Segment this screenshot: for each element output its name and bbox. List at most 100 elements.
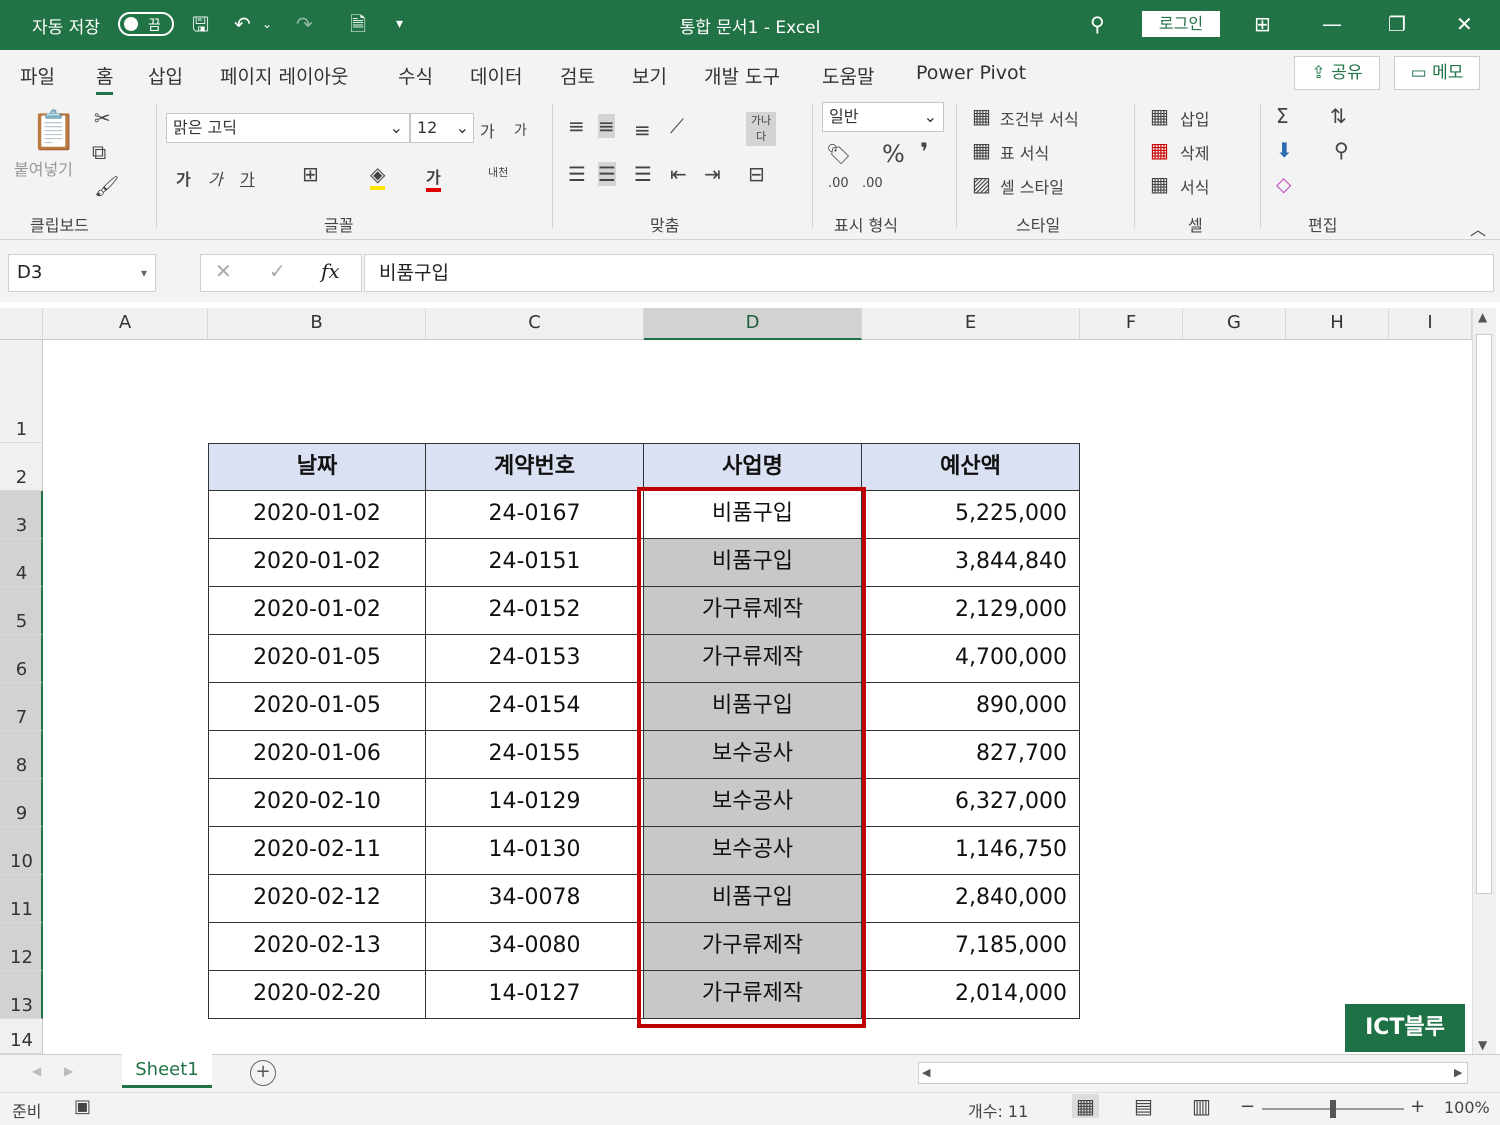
collapse-ribbon-icon[interactable]: ︿ [1470,218,1486,242]
contract-no-cell[interactable]: 24-0155 [426,731,644,779]
wrap-text-button[interactable]: 가나다 [746,112,776,146]
prev-sheet-icon[interactable]: ◀ [32,1064,41,1078]
italic-button[interactable]: 가 [208,166,223,190]
row-header[interactable]: 3 [0,491,43,539]
zoom-level[interactable]: 100% [1444,1098,1490,1117]
column-header-i[interactable]: I [1389,308,1472,340]
decrease-indent-icon[interactable]: ⇤ [670,162,687,186]
align-center-icon[interactable]: ☰ [598,162,616,186]
row-header[interactable]: 5 [0,587,43,635]
share-button[interactable]: ⇪ 공유 [1294,56,1380,90]
date-cell[interactable]: 2020-02-20 [208,971,426,1019]
budget-cell[interactable]: 2,014,000 [862,971,1080,1019]
date-cell[interactable]: 2020-02-12 [208,875,426,923]
budget-cell[interactable]: 5,225,000 [862,491,1080,539]
normal-view-icon[interactable]: ▦ [1072,1094,1099,1118]
budget-cell[interactable]: 2,129,000 [862,587,1080,635]
insert-function-button[interactable]: fx [321,259,340,283]
budget-cell[interactable]: 890,000 [862,683,1080,731]
budget-cell[interactable]: 1,146,750 [862,827,1080,875]
borders-icon[interactable]: ⊞ [302,162,319,186]
autosum-icon[interactable]: Σ [1276,104,1289,128]
row-header[interactable]: 7 [0,683,43,731]
date-cell[interactable]: 2020-01-02 [208,491,426,539]
tab-file[interactable]: 파일 [20,62,55,89]
budget-cell[interactable]: 827,700 [862,731,1080,779]
scroll-left-icon[interactable]: ◀ [922,1066,930,1079]
budget-cell[interactable]: 6,327,000 [862,779,1080,827]
align-middle-icon[interactable]: ≡ [598,114,615,138]
copy-icon[interactable]: ⧉ [92,140,106,164]
formula-input[interactable]: 비품구입 [364,254,1494,292]
vertical-scroll-thumb[interactable] [1476,334,1492,894]
date-cell[interactable]: 2020-02-13 [208,923,426,971]
conditional-format-icon[interactable]: ▦ [972,104,991,128]
enter-icon[interactable]: ✓ [269,259,286,283]
fill-icon[interactable]: ⬇ [1276,138,1293,162]
contract-no-cell[interactable]: 34-0080 [426,923,644,971]
budget-cell[interactable]: 4,700,000 [862,635,1080,683]
row-header[interactable]: 14 [0,1019,43,1054]
format-as-table-icon[interactable]: ▦ [972,138,991,162]
align-left-icon[interactable]: ☰ [568,162,586,186]
contract-no-cell[interactable]: 24-0153 [426,635,644,683]
date-cell[interactable]: 2020-01-02 [208,587,426,635]
underline-button[interactable]: 가 [240,166,255,190]
tab-power-pivot[interactable]: Power Pivot [916,62,1026,84]
clear-icon[interactable]: ◇ [1276,172,1291,196]
contract-no-cell[interactable]: 24-0152 [426,587,644,635]
date-cell[interactable]: 2020-01-05 [208,635,426,683]
number-format-combo[interactable]: 일반 ⌄ [822,102,944,132]
merge-center-icon[interactable]: ⊟ [748,162,765,186]
cell-styles-button[interactable]: 셀 스타일 [1000,174,1064,198]
format-painter-icon[interactable]: 🖌 [94,174,119,198]
delete-cells-button[interactable]: 삭제 [1180,140,1209,164]
zoom-out-icon[interactable]: − [1240,1096,1255,1117]
next-sheet-icon[interactable]: ▶ [64,1064,73,1078]
page-layout-view-icon[interactable]: ▤ [1134,1094,1153,1118]
phonetic-button[interactable]: 내천 [488,164,508,180]
page-break-view-icon[interactable]: ▥ [1192,1094,1211,1118]
ribbon-display-icon[interactable]: ⊞ [1254,12,1271,36]
align-bottom-icon[interactable]: ≡ [634,118,651,142]
row-header[interactable]: 6 [0,635,43,683]
comma-button[interactable]: ❜ [920,138,928,166]
name-box[interactable]: D3 ▾ [8,254,156,292]
row-header[interactable]: 1 [0,340,43,443]
column-header-e[interactable]: E [862,308,1080,340]
insert-cells-button[interactable]: 삽입 [1180,106,1209,130]
format-cells-icon[interactable]: ▦ [1150,172,1169,196]
fill-color-icon[interactable]: ◈ [370,162,386,190]
column-header-d[interactable]: D [644,308,862,340]
font-color-button[interactable]: 가 [426,164,441,192]
format-cells-button[interactable]: 서식 [1180,174,1209,198]
grow-font-button[interactable]: 가 [480,118,495,142]
row-header[interactable]: 12 [0,923,43,971]
restore-icon[interactable]: ❐ [1388,12,1406,36]
tab-insert[interactable]: 삽입 [148,62,183,89]
align-top-icon[interactable]: ≡ [568,114,585,138]
zoom-in-icon[interactable]: + [1410,1096,1425,1117]
date-cell[interactable]: 2020-02-11 [208,827,426,875]
align-right-icon[interactable]: ☰ [634,162,652,186]
row-header[interactable]: 10 [0,827,43,875]
login-button[interactable]: 로그인 [1142,11,1220,37]
add-sheet-icon[interactable]: + [250,1060,276,1086]
find-select-icon[interactable]: ⚲ [1334,138,1349,162]
column-header-h[interactable]: H [1286,308,1389,340]
select-all-corner[interactable] [0,308,43,340]
increase-decimal-button[interactable]: .00 [828,176,849,191]
contract-no-cell[interactable]: 24-0154 [426,683,644,731]
memo-button[interactable]: ▭ 메모 [1394,56,1480,90]
horizontal-scrollbar[interactable] [918,1062,1468,1084]
search-icon[interactable]: ⚲ [1090,12,1105,36]
row-header[interactable]: 11 [0,875,43,923]
column-header-b[interactable]: B [208,308,426,340]
tab-developer[interactable]: 개발 도구 [704,62,780,89]
column-header-a[interactable]: A [43,308,208,340]
row-header[interactable]: 4 [0,539,43,587]
contract-no-cell[interactable]: 14-0129 [426,779,644,827]
scroll-down-icon[interactable]: ▼ [1478,1038,1487,1052]
sort-filter-icon[interactable]: ⇅ [1330,104,1347,128]
column-header-g[interactable]: G [1183,308,1286,340]
